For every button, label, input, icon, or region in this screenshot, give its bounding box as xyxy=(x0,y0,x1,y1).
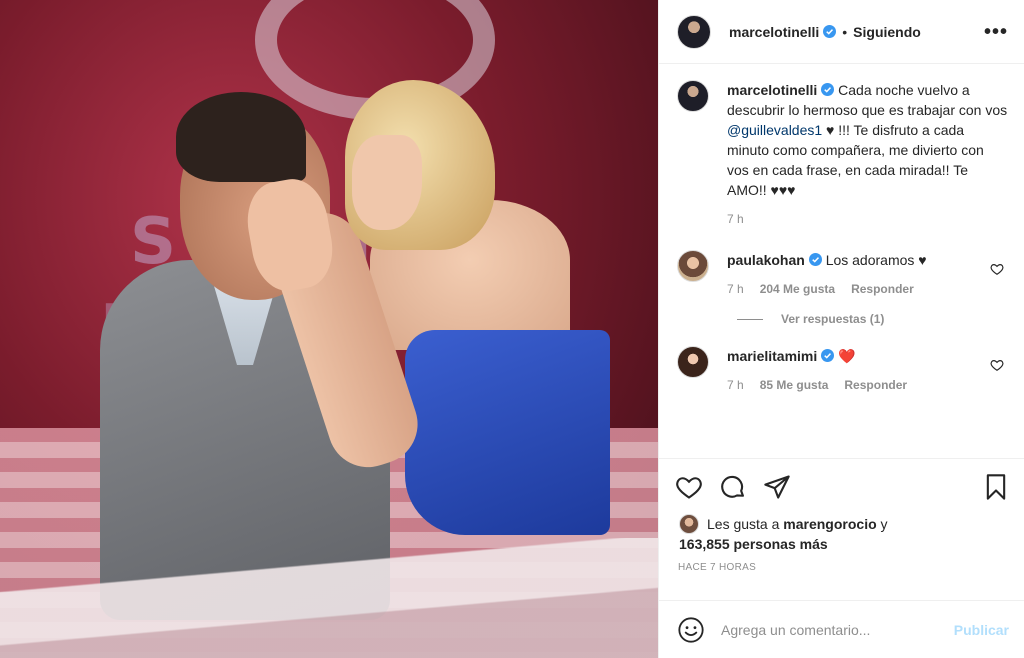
liker-avatar[interactable] xyxy=(679,514,699,534)
comment-time[interactable]: 7 h xyxy=(727,378,744,392)
woman-blue-dress xyxy=(405,330,610,535)
caption-meta: 7 h xyxy=(727,212,1008,226)
comments-list[interactable]: marcelotinelli Cada noche vuelvo a descu… xyxy=(659,64,1024,458)
comment-likes[interactable]: 204 Me gusta xyxy=(760,282,835,296)
view-replies-label: Ver respuestas (1) xyxy=(781,312,885,326)
stage-rail xyxy=(0,538,658,658)
comment-text: marielitamimi ❤️ xyxy=(727,346,1008,366)
comment-bubble-icon[interactable] xyxy=(719,473,747,501)
comment-avatar[interactable] xyxy=(677,346,709,378)
caption-text: marcelotinelli Cada noche vuelvo a descu… xyxy=(727,80,1008,200)
likes-prefix: Les gusta a xyxy=(707,516,784,532)
like-heart-icon[interactable] xyxy=(675,473,703,501)
save-bookmark-icon[interactable] xyxy=(982,473,1010,501)
author-username[interactable]: marcelotinelli xyxy=(729,24,819,40)
comment-like-heart-icon[interactable] xyxy=(990,262,1004,276)
verified-badge-icon xyxy=(823,25,837,38)
verified-badge-icon xyxy=(821,83,835,96)
following-button[interactable]: Siguiendo xyxy=(853,24,921,40)
share-paper-plane-icon[interactable] xyxy=(763,473,791,501)
replies-divider xyxy=(737,318,763,320)
post-sidebar: marcelotinelli • Siguiendo ••• marceloti… xyxy=(658,0,1024,658)
publish-button[interactable]: Publicar xyxy=(954,622,1009,638)
caption-time[interactable]: 7 h xyxy=(727,212,744,226)
comment-item: paulakohan Los adoramos ♥ 7 h 204 Me gus… xyxy=(677,250,1008,296)
woman-face xyxy=(352,135,422,230)
comment-meta: 7 h 204 Me gusta Responder xyxy=(727,282,1008,296)
reply-button[interactable]: Responder xyxy=(844,378,907,392)
more-options-icon[interactable]: ••• xyxy=(984,22,1008,42)
caption-mention-link[interactable]: @guillevaldes1 xyxy=(727,122,822,138)
likes-conjunction: y xyxy=(876,516,888,532)
add-comment-bar: Publicar xyxy=(659,600,1024,658)
post-actions-bar xyxy=(659,458,1024,514)
author-avatar[interactable] xyxy=(677,14,711,49)
comment-avatar[interactable] xyxy=(677,250,709,282)
comment-time[interactable]: 7 h xyxy=(727,282,744,296)
comment-likes[interactable]: 85 Me gusta xyxy=(760,378,829,392)
post-time-ago[interactable]: HACE 7 HORAS xyxy=(659,554,1024,573)
caption: marcelotinelli Cada noche vuelvo a descu… xyxy=(677,80,1008,226)
likes-count[interactable]: 163,855 personas más xyxy=(679,536,828,552)
comment-username[interactable]: paulakohan xyxy=(727,252,805,268)
emoji-smiley-icon[interactable] xyxy=(677,616,705,644)
comment-input[interactable] xyxy=(721,621,954,638)
liker-username[interactable]: marengorocio xyxy=(783,516,876,532)
likes-summary: Les gusta a marengorocio y 163,855 perso… xyxy=(659,514,1024,554)
comment-text: paulakohan Los adoramos ♥ xyxy=(727,250,1008,270)
comment-like-heart-icon[interactable] xyxy=(990,358,1004,372)
likes-first-line: Les gusta a marengorocio y xyxy=(679,514,1008,534)
likes-text: Les gusta a marengorocio y xyxy=(707,514,888,534)
verified-badge-icon xyxy=(821,349,835,362)
comment-body: ❤️ xyxy=(838,348,856,364)
header-separator: • xyxy=(842,23,848,40)
man-hair xyxy=(176,92,306,182)
post-header: marcelotinelli • Siguiendo ••• xyxy=(659,0,1024,64)
caption-avatar[interactable] xyxy=(677,80,709,112)
comment-body: Los adoramos ♥ xyxy=(825,252,927,268)
comment-username[interactable]: marielitamimi xyxy=(727,348,817,364)
reply-button[interactable]: Responder xyxy=(851,282,914,296)
view-replies-button[interactable]: Ver respuestas (1) xyxy=(737,312,1008,326)
caption-username[interactable]: marcelotinelli xyxy=(727,82,817,98)
post-image[interactable]: S CH L MIA xyxy=(0,0,658,658)
verified-badge-icon xyxy=(808,253,822,266)
comment-item: marielitamimi ❤️ 7 h 85 Me gusta Respond… xyxy=(677,346,1008,392)
comment-meta: 7 h 85 Me gusta Responder xyxy=(727,378,1008,392)
